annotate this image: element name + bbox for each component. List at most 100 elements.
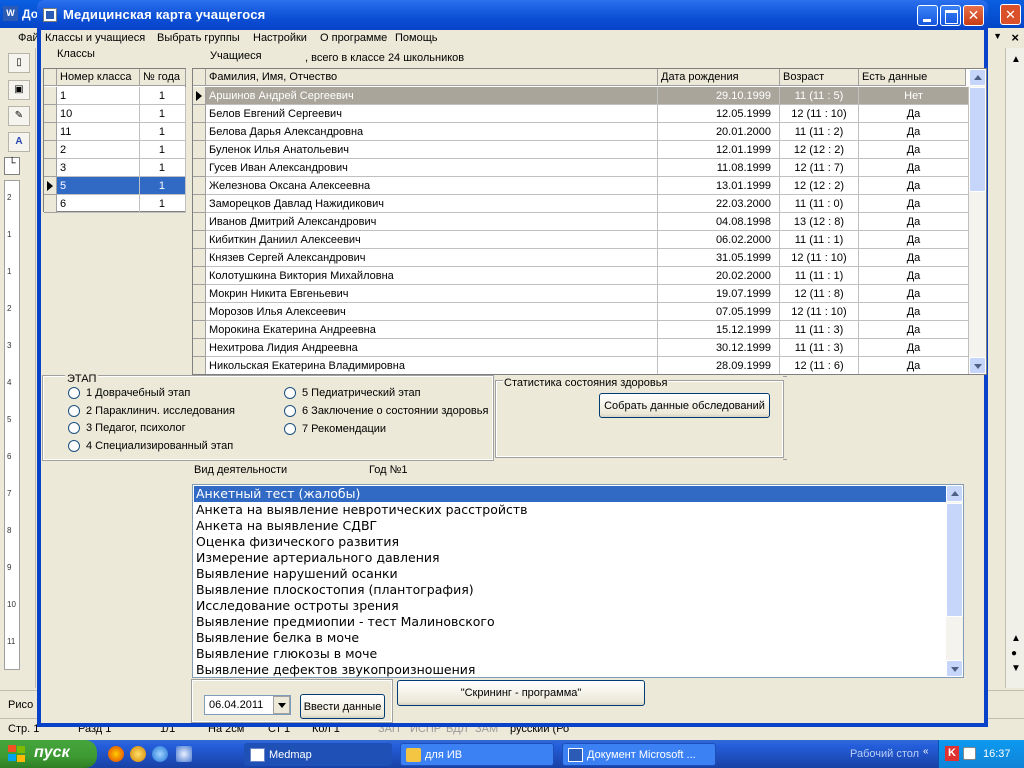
row-selector[interactable] [193,141,206,159]
row-selector[interactable] [193,159,206,177]
student-name-cell[interactable]: Нехитрова Лидия Андреевна [206,339,658,357]
row-selector[interactable] [193,285,206,303]
stage-radio-6[interactable] [284,405,296,417]
students-column-header[interactable]: Дата рождения [658,69,780,86]
student-has-data-cell[interactable]: Да [859,213,969,231]
class-number-cell[interactable]: 10 [57,105,140,123]
student-age-cell[interactable]: 11 (11 : 5) [780,87,859,105]
student-age-cell[interactable]: 13 (12 : 8) [780,213,859,231]
start-button[interactable]: пуск [0,740,97,768]
close-icon[interactable]: ✕ [963,5,984,26]
student-name-cell[interactable]: Князев Сергей Александрович [206,249,658,267]
student-dob-cell[interactable]: 29.10.1999 [658,87,780,105]
classes-column-header[interactable]: № года [140,69,186,86]
student-age-cell[interactable]: 11 (11 : 1) [780,231,859,249]
student-age-cell[interactable]: 12 (11 : 10) [780,249,859,267]
browse-object-icon[interactable]: ● [1011,648,1017,659]
student-name-cell[interactable]: Аршинов Андрей Сергеевич [206,87,658,105]
edit-icon[interactable]: ✎ [8,106,30,126]
row-selector[interactable] [193,303,206,321]
row-selector[interactable] [193,321,206,339]
window-title-bar[interactable]: Медицинская карта учащегося ✕ [37,0,988,30]
class-year-cell[interactable]: 1 [140,195,186,213]
activity-list[interactable]: Анкетный тест (жалобы) Анкета на выявлени… [192,484,964,678]
classes-column-header[interactable]: Номер класса [57,69,140,86]
student-dob-cell[interactable]: 12.05.1999 [658,105,780,123]
student-name-cell[interactable]: Гусев Иван Александрович [206,159,658,177]
student-age-cell[interactable]: 11 (11 : 3) [780,339,859,357]
next-page-icon[interactable]: ▼ [1011,663,1021,674]
student-has-data-cell[interactable]: Да [859,159,969,177]
student-age-cell[interactable]: 12 (11 : 7) [780,159,859,177]
activity-list-item[interactable]: Анкета на выявление СДВГ [194,518,946,534]
class-year-cell[interactable]: 1 [140,177,186,195]
messenger-icon[interactable] [130,746,146,762]
student-name-cell[interactable]: Железнова Оксана Алексеевна [206,177,658,195]
student-has-data-cell[interactable]: Нет [859,87,969,105]
menu-settings[interactable]: Настройки [253,32,307,44]
student-has-data-cell[interactable]: Да [859,339,969,357]
student-name-cell[interactable]: Белова Дарья Александровна [206,123,658,141]
student-name-cell[interactable]: Белов Евгений Сергеевич [206,105,658,123]
minimize-icon[interactable] [917,5,938,26]
row-selector[interactable] [44,195,57,213]
activity-list-item[interactable]: Исследование остроты зрения [194,598,946,614]
student-age-cell[interactable]: 12 (11 : 10) [780,105,859,123]
activity-scrollbar[interactable] [946,485,963,677]
activity-list-item[interactable]: Выявление глюкозы в моче [194,646,946,662]
stage-radio-3[interactable] [68,422,80,434]
row-selector[interactable] [193,231,206,249]
close-icon[interactable]: × [1011,30,1019,45]
class-number-cell[interactable]: 5 [57,177,140,195]
taskbar-item-word[interactable]: Документ Microsoft ... [562,743,716,766]
student-name-cell[interactable]: Мокрин Никита Евгеньевич [206,285,658,303]
taskbar-item-medmap[interactable]: Medmap [244,743,392,766]
row-selector[interactable] [193,249,206,267]
student-has-data-cell[interactable]: Да [859,321,969,339]
activity-list-item[interactable]: Выявление дефектов звукопроизношения [194,662,946,677]
activity-list-item[interactable]: Выявление плоскостопия (плантография) [194,582,946,598]
class-year-cell[interactable]: 1 [140,141,186,159]
activity-list-item[interactable]: Анкетный тест (жалобы) [194,486,946,502]
chevron-down-icon[interactable]: ▼ [993,31,1002,41]
stage-radio-2[interactable] [68,405,80,417]
maximize-icon[interactable] [940,5,961,26]
collect-data-button[interactable]: Собрать данные обследований [599,393,770,418]
keyboard-layout-icon[interactable] [963,747,976,760]
student-dob-cell[interactable]: 30.12.1999 [658,339,780,357]
stage-radio-7[interactable] [284,423,296,435]
scroll-up-icon[interactable] [946,485,963,502]
student-age-cell[interactable]: 11 (11 : 3) [780,321,859,339]
student-has-data-cell[interactable]: Да [859,285,969,303]
menu-classes-students[interactable]: Классы и учащиеся [45,32,145,44]
row-selector[interactable] [193,339,206,357]
student-dob-cell[interactable]: 19.07.1999 [658,285,780,303]
student-name-cell[interactable]: Колотушкина Виктория Михайловна [206,267,658,285]
row-selector[interactable] [44,141,57,159]
student-dob-cell[interactable]: 13.01.1999 [658,177,780,195]
student-age-cell[interactable]: 12 (12 : 2) [780,177,859,195]
student-age-cell[interactable]: 11 (11 : 2) [780,123,859,141]
student-name-cell[interactable]: Кибиткин Даниил Алексеевич [206,231,658,249]
row-selector[interactable] [193,177,206,195]
font-format-icon[interactable]: A [8,132,30,152]
student-dob-cell[interactable]: 04.08.1998 [658,213,780,231]
scroll-down-icon[interactable] [969,357,986,374]
class-number-cell[interactable]: 1 [57,87,140,105]
student-name-cell[interactable]: Никольская Екатерина Владимировна [206,357,658,374]
insert-picture-icon[interactable]: ▣ [8,80,30,100]
student-age-cell[interactable]: 11 (11 : 1) [780,267,859,285]
menu-help[interactable]: Помощь [395,32,438,44]
student-dob-cell[interactable]: 11.08.1999 [658,159,780,177]
activity-list-item[interactable]: Анкета на выявление невротических расстр… [194,502,946,518]
student-has-data-cell[interactable]: Да [859,267,969,285]
students-column-header[interactable]: Возраст [780,69,859,86]
row-selector[interactable] [193,123,206,141]
students-scrollbar[interactable] [969,69,986,374]
stage-radio-5[interactable] [284,387,296,399]
student-dob-cell[interactable]: 07.05.1999 [658,303,780,321]
student-dob-cell[interactable]: 22.03.2000 [658,195,780,213]
scroll-up-icon[interactable] [969,69,986,86]
student-dob-cell[interactable]: 20.01.2000 [658,123,780,141]
student-age-cell[interactable]: 12 (11 : 10) [780,303,859,321]
